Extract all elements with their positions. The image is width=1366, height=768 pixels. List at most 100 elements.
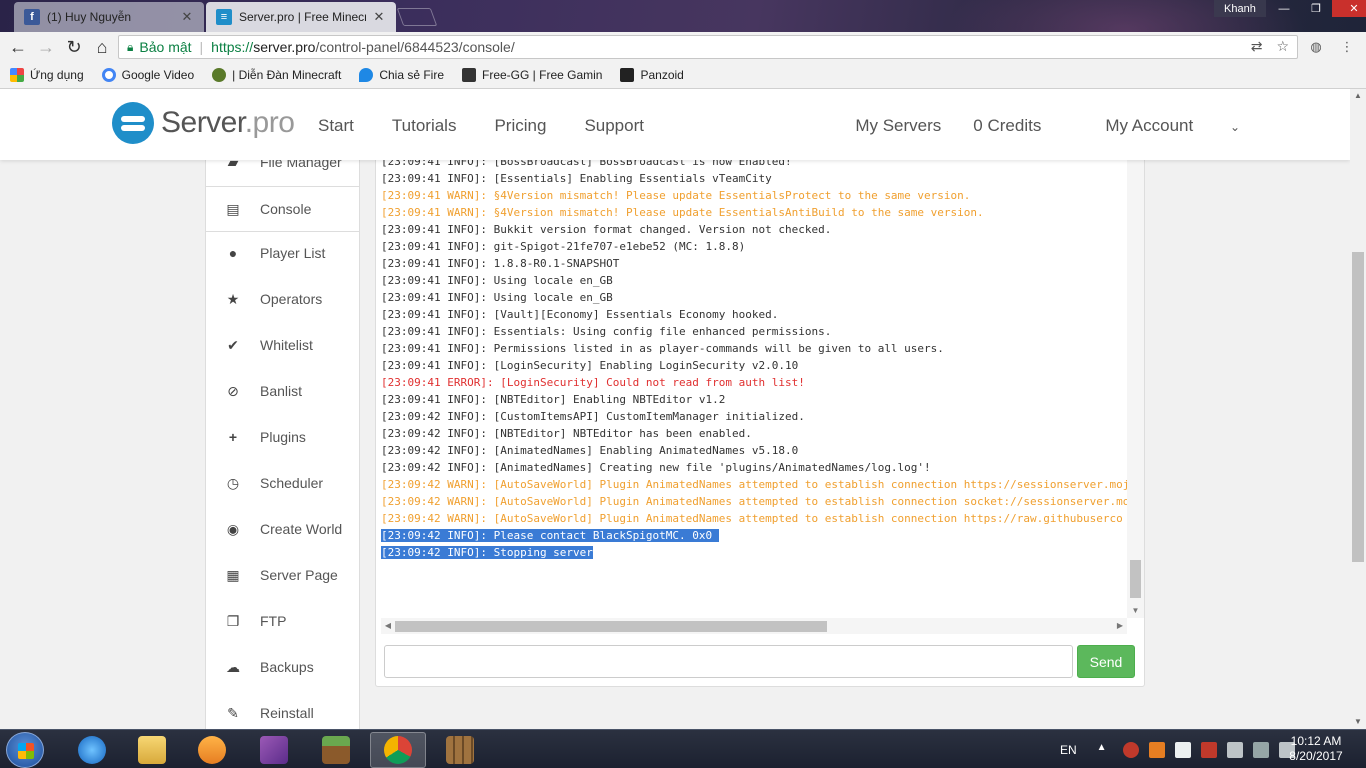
forward-icon[interactable]: → xyxy=(34,36,58,58)
back-icon[interactable]: ← xyxy=(6,36,30,58)
taskbar-internet-explorer[interactable] xyxy=(64,732,120,768)
show-hidden-icon[interactable]: ▲ xyxy=(1097,742,1113,758)
taskbar-file-explorer[interactable] xyxy=(124,732,180,768)
sidebar-item-ftp[interactable]: ❐ FTP xyxy=(206,598,359,644)
sidebar-item-reinstall[interactable]: ✎ Reinstall xyxy=(206,690,359,729)
console-line: [23:09:41 INFO]: [NBTEditor] Enabling NB… xyxy=(381,391,1127,408)
home-icon[interactable]: ⌂ xyxy=(90,36,114,58)
scroll-left-icon[interactable]: ◀ xyxy=(381,618,395,634)
console-line-text: [23:09:41 WARN]: §4Version mismatch! Ple… xyxy=(381,206,984,219)
bookmark-star-icon[interactable]: ☆ xyxy=(1276,38,1289,55)
scroll-down-icon[interactable]: ▼ xyxy=(1350,715,1366,729)
panzoid-icon xyxy=(620,68,635,82)
console-line-text: [23:09:41 INFO]: [Essentials] Enabling E… xyxy=(381,172,772,185)
tray-app-icon[interactable] xyxy=(1148,741,1165,758)
scroll-up-icon[interactable]: ▲ xyxy=(1350,89,1366,103)
sidebar-item-label: Operators xyxy=(260,291,323,307)
bookmark-panzoid[interactable]: Panzoid xyxy=(620,68,684,82)
translate-icon[interactable]: ⇄ xyxy=(1251,38,1263,55)
console-line: [23:09:41 INFO]: Using locale en_GB xyxy=(381,272,1127,289)
bookmark-minecraft-forum[interactable]: | Diễn Đàn Minecraft xyxy=(212,68,341,82)
console-line: [23:09:41 INFO]: [Vault][Economy] Essent… xyxy=(381,306,1127,323)
sidebar-item-whitelist[interactable]: ✔ Whitelist xyxy=(206,322,359,368)
taskbar-media-player[interactable] xyxy=(184,732,240,768)
scroll-down-icon[interactable]: ▼ xyxy=(1127,604,1144,618)
nav-support[interactable]: Support xyxy=(584,116,644,136)
sidebar-item-operators[interactable]: ★ Operators xyxy=(206,276,359,322)
extension-icon[interactable]: ◍ xyxy=(1305,36,1327,58)
sidebar-item-console[interactable]: ▤ Console xyxy=(206,186,359,232)
nav-my-servers[interactable]: My Servers xyxy=(855,116,941,136)
sidebar-item-backups[interactable]: ☁ Backups xyxy=(206,644,359,690)
network-icon[interactable] xyxy=(1226,741,1243,758)
nav-tutorials[interactable]: Tutorials xyxy=(392,116,457,136)
profile-name[interactable]: Khanh xyxy=(1214,0,1266,17)
nav-credits[interactable]: 0 Credits xyxy=(973,116,1041,136)
sidebar-item-plugins[interactable]: + Plugins xyxy=(206,414,359,460)
console-line: [23:09:42 WARN]: [AutoSaveWorld] Plugin … xyxy=(381,476,1127,493)
clock-icon: ◷ xyxy=(226,474,240,491)
console-vertical-scrollbar[interactable]: ▲ ▼ xyxy=(1127,102,1144,618)
address-bar[interactable]: 🔒︎ Bảo mật | https://server.pro/control-… xyxy=(118,35,1298,59)
console-line-text: [23:09:42 INFO]: [NBTEditor] NBTEditor h… xyxy=(381,427,752,440)
serverpro-logo[interactable]: Server.pro xyxy=(112,102,295,144)
bookmark-apps[interactable]: Ứng dụng xyxy=(10,68,84,82)
flag-icon[interactable] xyxy=(1252,741,1269,758)
console-line: [23:09:41 ERROR]: [LoginSecurity] Could … xyxy=(381,374,1127,391)
restore-icon[interactable]: ❐ xyxy=(1300,0,1332,17)
new-tab-button[interactable] xyxy=(396,8,438,26)
language-indicator[interactable]: EN xyxy=(1060,743,1077,757)
divider: | xyxy=(199,39,204,55)
account-nav: My Servers 0 Credits My Account ⌄ xyxy=(823,116,1240,136)
media-player-icon xyxy=(198,736,226,764)
page-scrollbar[interactable]: ▲ ▼ xyxy=(1350,89,1366,729)
taskbar-visual-studio[interactable] xyxy=(246,732,302,768)
sidebar-item-create-world[interactable]: ◉ Create World xyxy=(206,506,359,552)
scroll-thumb[interactable] xyxy=(395,621,827,632)
sidebar-item-banlist[interactable]: ⊘ Banlist xyxy=(206,368,359,414)
close-tab-icon[interactable]: ✕ xyxy=(372,9,386,25)
scroll-right-icon[interactable]: ▶ xyxy=(1113,618,1127,634)
reload-icon[interactable]: ↻ xyxy=(62,36,86,58)
url-host: server.pro xyxy=(253,39,316,55)
facebook-icon: f xyxy=(24,9,40,25)
star-icon: ★ xyxy=(226,290,240,307)
cloud-upload-icon: ☁ xyxy=(226,658,240,675)
close-tab-icon[interactable]: ✕ xyxy=(180,9,194,25)
scroll-thumb[interactable] xyxy=(1352,252,1364,562)
menu-icon[interactable]: ⋮ xyxy=(1336,36,1358,58)
sidebar-item-server-page[interactable]: ▦ Server Page xyxy=(206,552,359,598)
tray-app-icon[interactable] xyxy=(1174,741,1191,758)
security-label[interactable]: Bảo mật xyxy=(139,39,191,55)
bookmark-freegg[interactable]: Free-GG | Free Gamin xyxy=(462,68,602,82)
console-output[interactable]: [23:09:41 INFO]: [WorldEdit] Using com.s… xyxy=(381,102,1127,618)
nav-pricing[interactable]: Pricing xyxy=(494,116,546,136)
console-panel: [23:09:41 INFO]: [WorldEdit] Using com.s… xyxy=(375,101,1145,687)
sidebar-item-player-list[interactable]: ● Player List xyxy=(206,230,359,276)
console-line-text: [23:09:41 INFO]: [Vault][Economy] Essent… xyxy=(381,308,779,321)
start-button[interactable] xyxy=(6,732,44,768)
nav-my-account[interactable]: My Account ⌄ xyxy=(1073,116,1240,136)
clock[interactable]: 10:12 AM 8/20/2017 xyxy=(1278,734,1354,764)
bookmark-google-video[interactable]: Google Video xyxy=(101,68,195,82)
scroll-thumb[interactable] xyxy=(1130,560,1141,598)
sidebar-item-label: Plugins xyxy=(260,429,306,445)
command-input[interactable] xyxy=(384,645,1073,678)
sidebar-item-scheduler[interactable]: ◷ Scheduler xyxy=(206,460,359,506)
tab-serverpro[interactable]: ≡ Server.pro | Free Minecra ✕ xyxy=(206,2,396,32)
tab-facebook[interactable]: f (1) Huy Nguyễn ✕ xyxy=(14,2,204,32)
tray-app-icon[interactable] xyxy=(1122,741,1139,758)
send-button[interactable]: Send xyxy=(1077,645,1135,678)
tray-app-icon[interactable] xyxy=(1200,741,1217,758)
lock-icon[interactable]: 🔒︎ xyxy=(127,40,133,55)
bookmark-chiase[interactable]: Chia sẻ Fire xyxy=(359,68,444,82)
taskbar-minecraft-server[interactable] xyxy=(432,732,488,768)
taskbar-chrome[interactable] xyxy=(370,732,426,768)
nav-start[interactable]: Start xyxy=(318,116,354,136)
console-line-text: [23:09:41 INFO]: Using locale en_GB xyxy=(381,274,613,287)
minimize-icon[interactable]: — xyxy=(1268,0,1300,17)
window-close-icon[interactable]: ✕ xyxy=(1332,0,1366,17)
bookmark-label: Google Video xyxy=(121,68,195,82)
taskbar-minecraft[interactable] xyxy=(308,732,364,768)
console-horizontal-scrollbar[interactable]: ◀ ▶ xyxy=(381,618,1127,634)
